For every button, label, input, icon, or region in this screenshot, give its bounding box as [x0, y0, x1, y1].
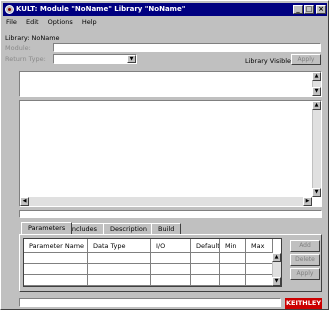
table-cell[interactable] — [151, 253, 191, 264]
kult-app-icon[interactable] — [5, 5, 14, 14]
scroll-down-icon[interactable]: ▼ — [312, 87, 321, 96]
delete-button[interactable]: Delete — [290, 254, 320, 266]
column-header[interactable]: Parameter Name — [24, 239, 88, 253]
table-cell[interactable] — [88, 253, 151, 264]
keithley-logo: KEITHLEY — [285, 298, 322, 309]
return-type-label: Return Type: — [5, 55, 46, 63]
apply-header-button[interactable]: Apply — [291, 54, 321, 65]
maximize-button[interactable]: □ — [304, 5, 314, 14]
table-cell[interactable] — [220, 275, 246, 286]
minimize-button[interactable]: _ — [293, 5, 303, 14]
table-cell[interactable] — [191, 253, 220, 264]
table-cell[interactable] — [151, 264, 191, 275]
column-header[interactable]: Default — [191, 239, 220, 253]
chevron-down-icon[interactable]: ▼ — [127, 55, 136, 63]
menu-bar: File Edit Options Help — [3, 17, 327, 28]
table-cell[interactable] — [151, 275, 191, 286]
column-header[interactable]: Min — [220, 239, 246, 253]
table-cell[interactable] — [191, 264, 220, 275]
main-window: KULT: Module "NoName" Library "NoName" _… — [0, 0, 329, 310]
return-type-select[interactable]: ▼ — [53, 54, 137, 64]
add-button[interactable]: Add — [290, 240, 320, 252]
scroll-up-icon[interactable]: ▲ — [312, 101, 321, 110]
code-vertical-scrollbar[interactable]: ▲ ▼ — [312, 101, 321, 197]
column-header[interactable]: Data Type — [88, 239, 151, 253]
scroll-down-icon[interactable]: ▼ — [312, 188, 321, 197]
tab-parameters[interactable]: Parameters — [21, 222, 73, 234]
module-input[interactable] — [53, 43, 321, 52]
table-cell[interactable] — [24, 275, 88, 286]
table-cell[interactable] — [220, 253, 246, 264]
table-cell[interactable] — [220, 264, 246, 275]
apply-parameters-button[interactable]: Apply — [290, 268, 320, 280]
scroll-up-icon[interactable]: ▲ — [312, 72, 321, 81]
status-bar — [19, 298, 281, 307]
close-button[interactable]: × — [316, 5, 326, 14]
menu-file[interactable]: File — [6, 18, 17, 26]
library-label: Library: NoName — [5, 34, 60, 42]
menu-help[interactable]: Help — [82, 18, 97, 26]
table-cell[interactable] — [246, 264, 273, 275]
header-text-area[interactable]: ▲ ▼ — [19, 71, 322, 97]
library-visible-label: Library Visible — [245, 57, 292, 65]
table-cell[interactable] — [24, 253, 88, 264]
parameters-table[interactable]: Parameter Name Data Type I/O Default Min… — [23, 238, 282, 287]
scroll-up-icon[interactable]: ▲ — [272, 253, 281, 262]
column-header[interactable]: I/O — [151, 239, 191, 253]
header-text-scrollbar[interactable]: ▲ ▼ — [312, 72, 321, 96]
code-horizontal-scrollbar[interactable]: ◀ ▶ — [20, 197, 312, 206]
table-cell[interactable] — [88, 275, 151, 286]
code-text-area[interactable]: ▲ ▼ ◀ ▶ — [19, 100, 322, 207]
table-cell[interactable] — [191, 275, 220, 286]
tab-description[interactable]: Description — [103, 223, 155, 234]
menu-options[interactable]: Options — [48, 18, 73, 26]
module-label: Module: — [5, 44, 31, 52]
table-cell[interactable] — [24, 264, 88, 275]
column-header[interactable]: Max — [246, 239, 273, 253]
scroll-right-icon[interactable]: ▶ — [303, 197, 312, 206]
window-title: KULT: Module "NoName" Library "NoName" — [16, 5, 186, 13]
scroll-left-icon[interactable]: ◀ — [20, 197, 29, 206]
tab-build[interactable]: Build — [151, 223, 182, 234]
table-cell[interactable] — [246, 275, 273, 286]
scroll-down-icon[interactable]: ▼ — [272, 277, 281, 286]
table-cell[interactable] — [246, 253, 273, 264]
menu-edit[interactable]: Edit — [26, 18, 39, 26]
table-cell[interactable] — [88, 264, 151, 275]
title-bar: KULT: Module "NoName" Library "NoName" _… — [3, 3, 327, 16]
status-text-field[interactable] — [19, 210, 322, 218]
table-vertical-scrollbar[interactable]: ▲ ▼ — [272, 253, 281, 286]
